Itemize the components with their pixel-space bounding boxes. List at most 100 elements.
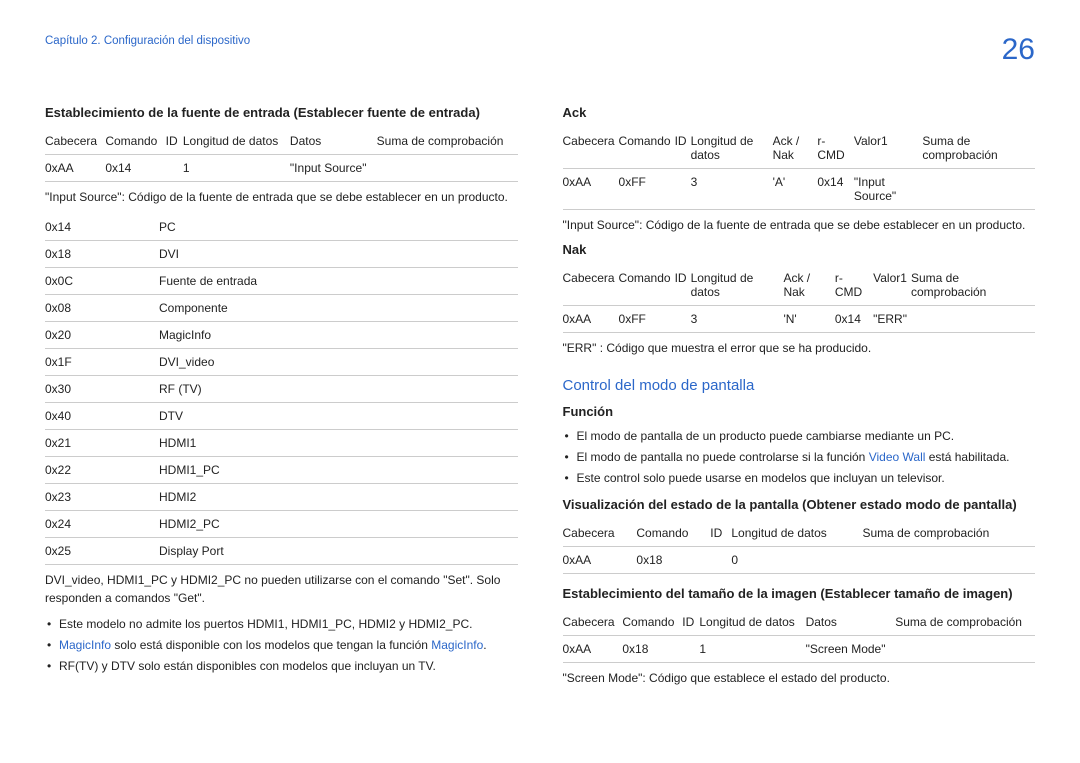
th: Cabecera: [563, 265, 619, 306]
td: 0x14: [817, 169, 854, 210]
td: HDMI2_PC: [159, 511, 518, 538]
td: 0x1F: [45, 349, 159, 376]
th: Valor1: [854, 128, 922, 169]
table-header-row: Cabecera Comando ID Longitud de datos Da…: [563, 609, 1036, 636]
vis-table: Cabecera Comando ID Longitud de datos Su…: [563, 520, 1036, 574]
td: DVI: [159, 241, 518, 268]
th: Suma de comprobación: [922, 128, 1035, 169]
td: 0x18: [45, 241, 159, 268]
table-header-row: Cabecera Comando ID Longitud de datos Su…: [563, 520, 1036, 547]
td: DTV: [159, 403, 518, 430]
content-columns: Establecimiento de la fuente de entrada …: [45, 105, 1035, 695]
magicinfo-link: MagicInfo: [431, 638, 483, 652]
td: MagicInfo: [159, 322, 518, 349]
td: 3: [691, 169, 773, 210]
td: 0x18: [636, 546, 710, 573]
table-row: 0x30RF (TV): [45, 376, 518, 403]
chapter-label: Capítulo 2. Configuración del dispositiv…: [45, 35, 250, 47]
video-wall-link: Video Wall: [869, 450, 926, 464]
table-row: 0x22HDMI1_PC: [45, 457, 518, 484]
table-row: 0x1FDVI_video: [45, 349, 518, 376]
td: 0x25: [45, 538, 159, 565]
th: Ack / Nak: [773, 128, 818, 169]
th: Valor1: [873, 265, 911, 306]
bullet-item: El modo de pantalla no puede controlarse…: [563, 448, 1036, 467]
td: 0x21: [45, 430, 159, 457]
funcion-bullets: El modo de pantalla de un producto puede…: [563, 427, 1036, 489]
magicinfo-link: MagicInfo: [59, 638, 111, 652]
td: [922, 169, 1035, 210]
bullet-item: Este modelo no admite los puertos HDMI1,…: [45, 615, 518, 634]
th: ID: [675, 128, 691, 169]
est-note: "Screen Mode": Código que establece el e…: [563, 669, 1036, 687]
td: 0x18: [622, 635, 682, 662]
th: ID: [682, 609, 699, 636]
td: [710, 546, 731, 573]
th: Comando: [619, 265, 675, 306]
td: HDMI1: [159, 430, 518, 457]
th: Cabecera: [563, 128, 619, 169]
td: 0x30: [45, 376, 159, 403]
text: .: [483, 638, 486, 652]
th: Cabecera: [45, 128, 105, 155]
td: 0x0C: [45, 268, 159, 295]
th: Comando: [622, 609, 682, 636]
td: [911, 306, 1035, 333]
td: [682, 635, 699, 662]
left-bullets: Este modelo no admite los puertos HDMI1,…: [45, 615, 518, 677]
screen-mode-control-heading: Control del modo de pantalla: [563, 377, 1036, 394]
td: 0x14: [45, 214, 159, 241]
th: Suma de comprobación: [377, 128, 518, 155]
td: "Input Source": [290, 155, 377, 182]
th: ID: [710, 520, 731, 547]
td: HDMI2: [159, 484, 518, 511]
td: 1: [183, 155, 290, 182]
td: [895, 635, 1035, 662]
th: Longitud de datos: [731, 520, 862, 547]
th: ID: [166, 128, 183, 155]
th: Suma de comprobación: [863, 520, 1036, 547]
td: DVI_video: [159, 349, 518, 376]
td: 3: [691, 306, 784, 333]
th: Longitud de datos: [183, 128, 290, 155]
ack-note: "Input Source": Código de la fuente de e…: [563, 216, 1036, 234]
table-header-row: Cabecera Comando ID Longitud de datos Da…: [45, 128, 518, 155]
td: 0x24: [45, 511, 159, 538]
bullet-item: Este control solo puede usarse en modelo…: [563, 469, 1036, 488]
page-header: Capítulo 2. Configuración del dispositiv…: [45, 35, 1035, 65]
th: Suma de comprobación: [895, 609, 1035, 636]
td: 0xFF: [619, 306, 675, 333]
td: 0x14: [835, 306, 873, 333]
td: [863, 546, 1036, 573]
table-row: 0x20MagicInfo: [45, 322, 518, 349]
bullet-item: MagicInfo solo está disponible con los m…: [45, 636, 518, 655]
funcion-label: Función: [563, 404, 1036, 419]
th: r-CMD: [817, 128, 854, 169]
td: [675, 306, 691, 333]
th: ID: [675, 265, 691, 306]
table-row: 0xAA 0x18 1 "Screen Mode": [563, 635, 1036, 662]
table-row: 0xAA 0xFF 3 'N' 0x14 "ERR": [563, 306, 1036, 333]
th: Datos: [290, 128, 377, 155]
td: HDMI1_PC: [159, 457, 518, 484]
table-row: 0x25Display Port: [45, 538, 518, 565]
input-source-note: "Input Source": Código de la fuente de e…: [45, 188, 518, 206]
ack-table: Cabecera Comando ID Longitud de datos Ac…: [563, 128, 1036, 210]
text: solo está disponible con los modelos que…: [111, 638, 431, 652]
td: 0x20: [45, 322, 159, 349]
td: 0x40: [45, 403, 159, 430]
td: 0xAA: [563, 635, 623, 662]
th: Longitud de datos: [691, 265, 784, 306]
td: 0xAA: [563, 546, 637, 573]
ack-title: Ack: [563, 105, 1036, 120]
text: está habilitada.: [925, 450, 1009, 464]
td: 0xFF: [619, 169, 675, 210]
td: Fuente de entrada: [159, 268, 518, 295]
nak-note: "ERR" : Código que muestra el error que …: [563, 339, 1036, 357]
est-title: Establecimiento del tamaño de la imagen …: [563, 586, 1036, 601]
td: [675, 169, 691, 210]
th: Comando: [105, 128, 165, 155]
th: Cabecera: [563, 609, 623, 636]
table-row: 0xAA 0xFF 3 'A' 0x14 "Input Source": [563, 169, 1036, 210]
td: 0xAA: [45, 155, 105, 182]
